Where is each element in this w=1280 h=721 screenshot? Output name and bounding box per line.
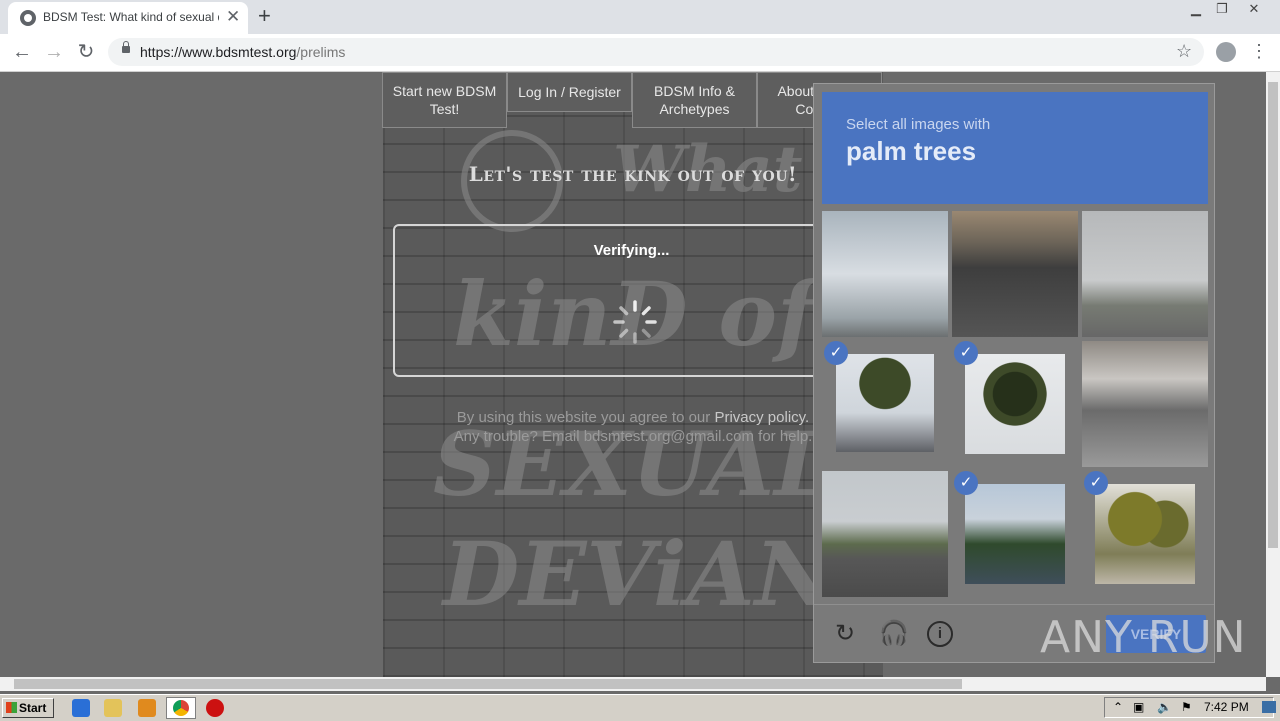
chrome-icon — [173, 700, 189, 716]
login-button[interactable]: Log In / Register — [507, 72, 632, 112]
close-tab-icon[interactable]: ✕ — [226, 8, 240, 26]
page-footer: By using this website you agree to our P… — [383, 408, 883, 446]
captcha-challenge: Select all images with palm trees ✓ ✓ ✓ … — [813, 83, 1215, 663]
reload-icon[interactable]: ↻ — [832, 621, 858, 647]
profile-avatar-icon[interactable] — [1216, 42, 1236, 62]
page-tagline: Let's test the kink out of you! — [468, 162, 798, 186]
browser-tab[interactable]: BDSM Test: What kind of sexual deviant ✕ — [8, 2, 248, 34]
privacy-link[interactable]: Privacy policy. — [714, 409, 809, 426]
start-button[interactable]: Start — [2, 698, 54, 718]
network-icon[interactable]: ▣ — [1133, 700, 1144, 714]
selected-check-icon: ✓ — [954, 471, 978, 495]
captcha-tile-2[interactable] — [952, 211, 1078, 337]
captcha-tile-8[interactable] — [965, 484, 1065, 584]
captcha-tile-1[interactable] — [822, 211, 948, 337]
back-icon[interactable]: ← — [10, 40, 34, 64]
bookmark-star-icon[interactable]: ☆ — [1176, 41, 1192, 62]
terms-line: By using this website you agree to our P… — [456, 409, 810, 426]
chrome-taskbar-button[interactable] — [166, 697, 196, 719]
selected-check-icon: ✓ — [1084, 471, 1108, 495]
tab-title: BDSM Test: What kind of sexual deviant — [43, 10, 219, 24]
info-button[interactable]: BDSM Info & Archetypes — [632, 72, 757, 128]
captcha-tile-5[interactable] — [965, 354, 1065, 454]
lock-icon — [122, 41, 130, 53]
tab-bar: BDSM Test: What kind of sexual deviant ✕… — [0, 0, 1280, 34]
new-tab-button[interactable]: + — [258, 5, 271, 27]
reload-page-icon[interactable]: ↻ — [74, 40, 98, 64]
captcha-instruction: Select all images with — [846, 116, 991, 133]
captcha-tile-3[interactable] — [1082, 211, 1208, 337]
loading-spinner-icon — [613, 300, 657, 344]
captcha-target: palm trees — [846, 136, 977, 166]
selected-check-icon: ✓ — [824, 341, 848, 365]
opera-icon[interactable] — [206, 699, 224, 717]
ie-icon[interactable] — [72, 699, 90, 717]
vertical-scroll-thumb[interactable] — [1268, 82, 1278, 548]
close-window-button[interactable]: ✕ — [1242, 1, 1266, 17]
horizontal-scroll-thumb[interactable] — [14, 679, 962, 689]
minimize-button[interactable]: ▁ — [1184, 1, 1208, 17]
anyrun-watermark: ANY RUN — [1040, 612, 1247, 663]
globe-icon — [20, 10, 36, 26]
horizontal-scrollbar[interactable] — [0, 677, 1266, 691]
clock: 7:42 PM — [1204, 700, 1249, 714]
verify-box: Verifying... — [393, 224, 870, 377]
captcha-tile-4[interactable] — [836, 354, 934, 452]
captcha-header: Select all images with palm trees — [822, 92, 1208, 204]
captcha-tile-6[interactable] — [1082, 341, 1208, 467]
address-bar[interactable]: https://www.bdsmtest.org/prelims ☆ — [108, 38, 1204, 66]
verifying-label: Verifying... — [593, 242, 670, 259]
folder-icon[interactable] — [104, 699, 122, 717]
help-line: Any trouble? Email bdsmtest.org@gmail.co… — [453, 428, 813, 445]
volume-icon[interactable]: 🔈 — [1157, 700, 1172, 714]
forward-icon[interactable]: → — [42, 40, 66, 64]
url-text: https://www.bdsmtest.org/prelims — [140, 44, 346, 60]
show-desktop-icon[interactable] — [1262, 701, 1276, 713]
start-test-button[interactable]: Start new BDSM Test! — [382, 72, 507, 128]
audio-icon[interactable]: 🎧 — [879, 621, 909, 647]
restore-button[interactable]: ❐ — [1210, 1, 1234, 17]
flag-icon[interactable]: ⚑ — [1181, 700, 1192, 714]
selected-check-icon: ✓ — [954, 341, 978, 365]
info-icon[interactable]: i — [927, 621, 953, 647]
taskbar: Start ⌃ ▣ 🔈 ⚑ 7:42 PM — [0, 694, 1280, 721]
media-player-icon[interactable] — [138, 699, 156, 717]
browser-toolbar: ← → ↻ https://www.bdsmtest.org/prelims ☆… — [0, 34, 1280, 72]
tray-arrow-icon[interactable]: ⌃ — [1113, 700, 1123, 714]
captcha-tile-7[interactable] — [822, 471, 948, 597]
captcha-tile-9[interactable] — [1095, 484, 1195, 584]
vertical-scrollbar[interactable] — [1266, 72, 1280, 677]
menu-kebab-icon[interactable]: ⋮ — [1250, 42, 1268, 60]
